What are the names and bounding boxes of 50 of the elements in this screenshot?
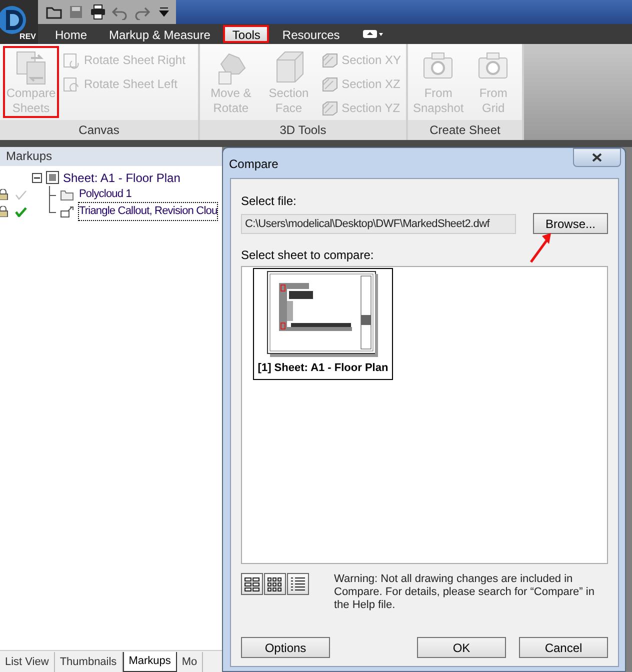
dialog-button[interactable]: OK bbox=[417, 637, 506, 658]
sheets-icon bbox=[15, 50, 47, 86]
dialog-title: Compare bbox=[229, 156, 278, 173]
dialog-button[interactable]: Cancel bbox=[519, 637, 608, 658]
ribbon-tab[interactable]: Home bbox=[46, 25, 96, 43]
section-box-icon bbox=[320, 76, 338, 92]
expander[interactable] bbox=[32, 172, 42, 182]
warning-text: Warning: Not all drawing changes are included in Compare. For details, please search for “Compare” in the Help file. bbox=[334, 573, 596, 612]
bottom-tab[interactable]: List View bbox=[0, 652, 55, 672]
dialog-button[interactable]: Options bbox=[241, 637, 330, 658]
group-title: Canvas bbox=[0, 120, 198, 140]
ribbon-tab[interactable]: Markup & Measure bbox=[100, 25, 220, 43]
section-box-icon bbox=[320, 100, 338, 116]
panel-toggle-icon bbox=[362, 30, 383, 38]
field-label: Select sheet to compare: bbox=[241, 247, 374, 264]
group-title: Create Sheet bbox=[408, 120, 522, 140]
file-path-field[interactable]: C:\Users\modelical\Desktop\DWF\MarkedSheet2.dwf bbox=[241, 214, 516, 234]
rotate-sheet-icon bbox=[63, 76, 80, 92]
close-icon bbox=[592, 153, 602, 162]
view-mode-button[interactable] bbox=[241, 573, 263, 595]
ribbon-display-button[interactable] bbox=[362, 27, 383, 41]
field-label: Select file: bbox=[241, 193, 296, 210]
app-label: REV bbox=[20, 31, 36, 43]
small-icons-icon bbox=[266, 575, 284, 593]
callout-icon bbox=[60, 206, 74, 218]
rotate-sheet-icon bbox=[63, 52, 80, 68]
sheet-thumbnail[interactable]: [1] Sheet: A1 - Floor Plan bbox=[253, 268, 393, 380]
annotation-arrow bbox=[528, 232, 554, 264]
minus-icon bbox=[34, 174, 40, 180]
app-menu-button[interactable]: REV bbox=[0, 0, 38, 44]
ribbon-tab[interactable]: Tools bbox=[223, 25, 270, 43]
bottom-tab[interactable]: Mo bbox=[176, 652, 204, 672]
folder-icon bbox=[60, 188, 74, 200]
ribbon-tab[interactable]: Resources bbox=[273, 25, 349, 43]
tree-item[interactable]: Polycloud 1 bbox=[78, 185, 132, 204]
view-mode-button[interactable] bbox=[264, 573, 286, 595]
sheet-icon bbox=[46, 171, 59, 184]
close-button[interactable] bbox=[573, 148, 621, 167]
bottom-tab[interactable]: Markups bbox=[122, 652, 177, 672]
group-title: 3D Tools bbox=[200, 120, 406, 140]
panel-title: Markups bbox=[0, 147, 222, 166]
view-mode-button[interactable] bbox=[287, 573, 309, 595]
tree-item[interactable]: Triangle Callout, Revision Clou bbox=[78, 202, 218, 221]
section-box-icon bbox=[320, 52, 338, 68]
print-icon bbox=[90, 4, 106, 20]
large-icons-icon bbox=[243, 575, 261, 593]
save-icon bbox=[68, 4, 84, 20]
browse-button[interactable]: Browse... bbox=[533, 213, 608, 234]
tree-item[interactable]: Sheet: A1 - Floor Plan bbox=[63, 168, 180, 186]
list-view-icon bbox=[289, 575, 307, 593]
